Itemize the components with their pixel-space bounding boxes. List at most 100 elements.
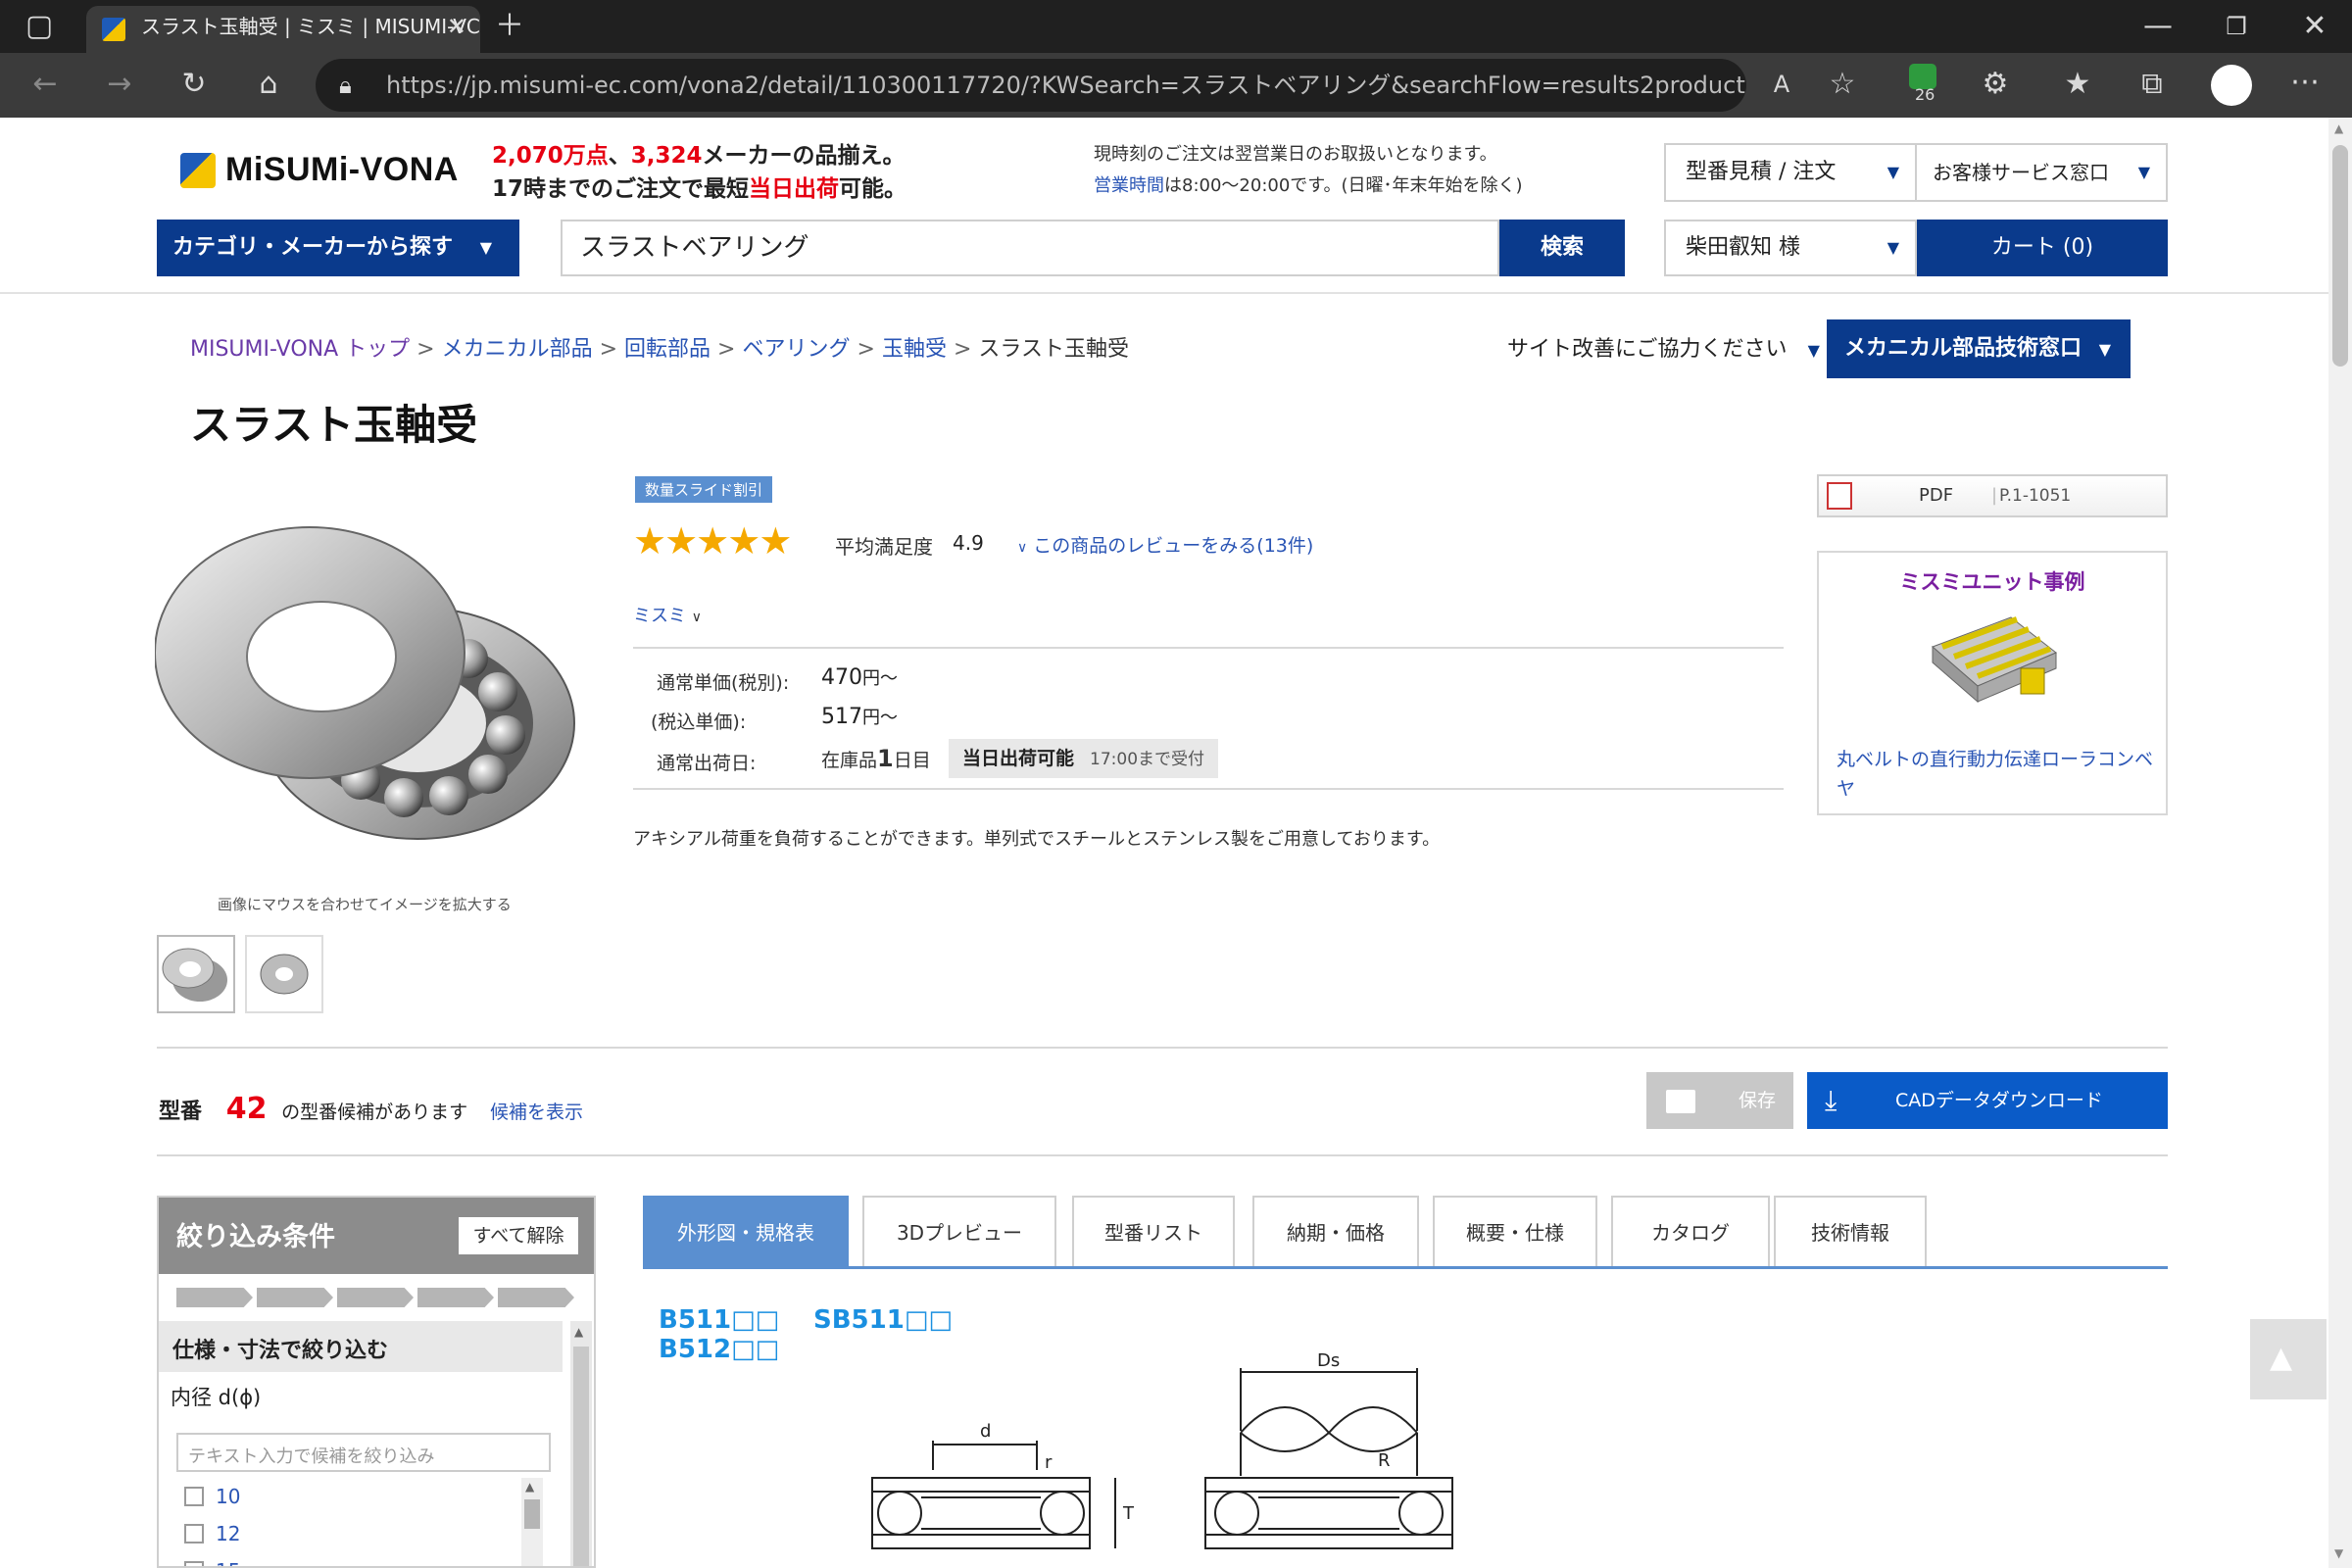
thumbnail-2[interactable] bbox=[245, 935, 323, 1013]
tab-tech-info[interactable]: 技術情報 bbox=[1774, 1196, 1927, 1268]
filter-header: 絞り込み条件 すべて解除 bbox=[159, 1198, 594, 1274]
clear-all-button[interactable]: すべて解除 bbox=[459, 1217, 578, 1254]
category-search-button[interactable]: カテゴリ・メーカーから探す ▼ bbox=[157, 220, 519, 276]
inner-diameter-label: 内径 d(ϕ) bbox=[171, 1386, 262, 1409]
ship-label: 通常出荷日: bbox=[657, 753, 757, 774]
extension-badge-icon[interactable]: 26 bbox=[1901, 61, 1944, 104]
extensions-icon[interactable]: ⚙ bbox=[1974, 65, 2017, 104]
search-button[interactable]: 検索 bbox=[1499, 220, 1625, 276]
restore-icon[interactable]: ❐ bbox=[2215, 7, 2258, 46]
same-day-badge: 当日出荷可能 17:00まで受付 bbox=[949, 739, 1219, 778]
options-scrollbar[interactable]: ▲ bbox=[521, 1478, 543, 1566]
show-candidates-link[interactable]: 候補を表示 bbox=[490, 1098, 583, 1124]
page-scrollbar[interactable]: ▲ ▼ bbox=[2328, 118, 2352, 1568]
part-number-summary: 型番 42 の型番候補があります bbox=[159, 1092, 468, 1126]
star-icon: ★ bbox=[759, 519, 792, 563]
breadcrumb-link[interactable]: メカニカル部品 bbox=[442, 337, 593, 362]
close-tab-icon[interactable]: ✕ bbox=[447, 6, 466, 47]
tab-lead-time-price[interactable]: 納期・価格 bbox=[1252, 1196, 1419, 1268]
browser-toolbar: ← → ↻ ⌂ 🔒︎ https://jp.misumi-ec.com/vona… bbox=[0, 53, 2352, 118]
tab-catalog[interactable]: カタログ bbox=[1611, 1196, 1770, 1268]
price-tax-label: (税込単価): bbox=[651, 711, 747, 733]
breadcrumb-link[interactable]: MISUMI-VONA トップ bbox=[190, 337, 410, 362]
tab-underline bbox=[643, 1266, 2168, 1269]
page-title: スラスト玉軸受 bbox=[190, 401, 478, 449]
user-menu-dropdown[interactable]: 柴田叡知 様 ▼ bbox=[1664, 220, 1917, 276]
profile-avatar[interactable] bbox=[2211, 65, 2252, 106]
favorites-icon[interactable]: ★ bbox=[2056, 65, 2099, 104]
rating-stars: ★★★★★ bbox=[633, 519, 792, 563]
scroll-down-icon[interactable]: ▼ bbox=[2334, 1546, 2343, 1560]
promo-text: 2,070万点、3,324メーカーの品揃え。 17時までのご注文で最短当日出荷可… bbox=[492, 143, 907, 202]
part-number-count: 42 bbox=[225, 1092, 268, 1126]
diameter-options: 10 12 15 bbox=[184, 1478, 240, 1566]
thumbnail-1[interactable] bbox=[157, 935, 235, 1013]
option-checkbox[interactable]: 12 bbox=[184, 1515, 240, 1552]
option-checkbox[interactable]: 10 bbox=[184, 1478, 240, 1515]
cad-download-button[interactable]: ⤓ CADデータダウンロード bbox=[1807, 1072, 2168, 1129]
tab-3d-preview[interactable]: 3Dプレビュー bbox=[862, 1196, 1056, 1268]
review-link[interactable]: ∨ この商品のレビューをみる(13件) bbox=[1017, 531, 1313, 558]
minimize-icon[interactable]: — bbox=[2136, 7, 2180, 46]
checkbox-icon[interactable] bbox=[184, 1524, 204, 1544]
breadcrumb-link[interactable]: ベアリング bbox=[742, 337, 850, 362]
tech-window-button[interactable]: メカニカル部品技術窓口 ▼ bbox=[1827, 319, 2131, 378]
customer-service-dropdown[interactable]: お客様サービス窓口 ▼ bbox=[1915, 143, 2168, 202]
url-bar[interactable]: 🔒︎ https://jp.misumi-ec.com/vona2/detail… bbox=[316, 59, 1746, 112]
back-to-top-button[interactable]: ▲ bbox=[2250, 1319, 2327, 1399]
read-aloud-icon[interactable]: A bbox=[1760, 65, 1803, 104]
scroll-up-icon[interactable]: ▲ bbox=[574, 1325, 583, 1339]
breadcrumb-link[interactable]: 玉軸受 bbox=[882, 337, 947, 362]
filter-text-input[interactable]: テキスト入力で候補を絞り込み bbox=[176, 1433, 551, 1472]
star-icon: ★ bbox=[664, 519, 698, 563]
save-button[interactable]: 保存 bbox=[1646, 1072, 1793, 1129]
scroll-up-icon[interactable]: ▲ bbox=[525, 1480, 534, 1494]
dim-r-label: r bbox=[1045, 1452, 1053, 1473]
collections-icon[interactable]: ⧉ bbox=[2131, 65, 2174, 104]
more-menu-icon[interactable]: ⋯ bbox=[2283, 63, 2327, 102]
feedback-link[interactable]: サイト改善にご協力ください ▼ bbox=[1507, 331, 1820, 363]
chevron-down-icon: ▼ bbox=[2098, 340, 2111, 359]
unit-case-image bbox=[1932, 616, 2057, 704]
product-image[interactable] bbox=[155, 510, 584, 853]
filter-scrollbar[interactable]: ▲ bbox=[570, 1321, 592, 1566]
favorite-add-icon[interactable]: ☆ bbox=[1821, 65, 1864, 104]
unit-case-link[interactable]: 丸ベルトの直行動力伝達ローラコンベヤ bbox=[1837, 745, 2154, 804]
quote-order-dropdown[interactable]: 型番見積 / 注文 ▼ bbox=[1664, 143, 1917, 202]
tab-part-list[interactable]: 型番リスト bbox=[1072, 1196, 1235, 1268]
scroll-up-icon[interactable]: ▲ bbox=[2334, 122, 2343, 135]
misumi-logo[interactable]: MiSUMi-VONA bbox=[180, 151, 459, 189]
divider bbox=[157, 1047, 2168, 1049]
forward-icon[interactable]: → bbox=[98, 65, 141, 104]
refresh-icon[interactable]: ↻ bbox=[172, 65, 216, 104]
pdf-catalog-button[interactable]: PDF | P.1-1051 bbox=[1817, 474, 2168, 517]
breadcrumb-link[interactable]: 回転部品 bbox=[624, 337, 710, 362]
cart-button[interactable]: カート (0) bbox=[1917, 220, 2168, 276]
divider bbox=[633, 788, 1784, 790]
tab-actions-icon[interactable]: ▢ bbox=[18, 7, 61, 46]
model-label-b512: B512□□ bbox=[659, 1335, 780, 1364]
search-input[interactable]: スラストベアリング bbox=[561, 220, 1499, 276]
star-icon: ★ bbox=[727, 519, 760, 563]
back-icon[interactable]: ← bbox=[24, 65, 67, 104]
download-icon: ⤓ bbox=[1825, 1084, 1838, 1116]
tab-overview-specs[interactable]: 概要・仕様 bbox=[1433, 1196, 1597, 1268]
tab-drawing-specs[interactable]: 外形図・規格表 bbox=[643, 1196, 849, 1268]
browser-tab[interactable]: スラスト玉軸受 | ミスミ | MISUMI-VC ✕ bbox=[86, 6, 480, 53]
checkbox-icon[interactable] bbox=[184, 1487, 204, 1506]
home-icon[interactable]: ⌂ bbox=[247, 65, 290, 104]
arrow-up-icon: ▲ bbox=[2270, 1341, 2293, 1375]
extension-badge-count: 26 bbox=[1915, 85, 1936, 104]
business-hours-link[interactable]: 営業時間 bbox=[1094, 175, 1164, 196]
brand-link[interactable]: ミスミ ∨ bbox=[633, 602, 702, 627]
new-tab-icon[interactable]: ＋ bbox=[488, 7, 531, 46]
option-checkbox[interactable]: 15 bbox=[184, 1552, 240, 1566]
filter-section-header: 仕様・寸法で絞り込む bbox=[159, 1321, 563, 1372]
checkbox-icon[interactable] bbox=[184, 1561, 204, 1566]
discount-badge: 数量スライド割引 bbox=[635, 476, 773, 503]
unit-case-box[interactable]: ミスミユニット事例 丸ベルトの直行動力伝達ローラコンベヤ bbox=[1817, 551, 2168, 815]
close-window-icon[interactable]: ✕ bbox=[2293, 7, 2336, 46]
filter-panel: 絞り込み条件 すべて解除 仕様・寸法で絞り込む ▲ 内径 d(ϕ) テキスト入力… bbox=[157, 1196, 596, 1568]
chevron-down-icon: ▼ bbox=[1886, 238, 1899, 257]
tab-title: スラスト玉軸受 | ミスミ | MISUMI-VC bbox=[141, 15, 480, 38]
